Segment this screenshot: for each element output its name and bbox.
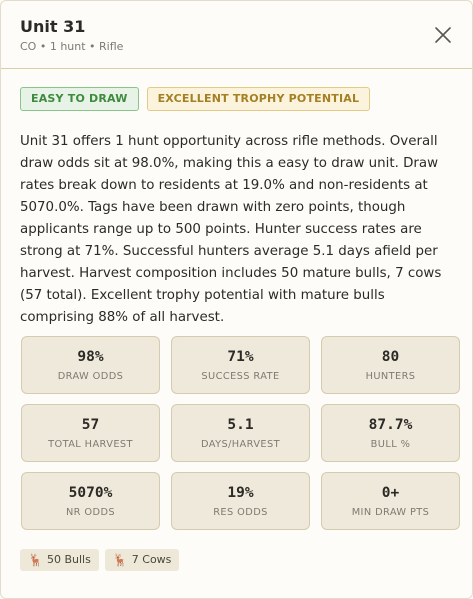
bulls-tag: 🦌 50 Bulls <box>20 549 99 571</box>
easy-to-draw-badge: EASY TO DRAW <box>20 87 139 111</box>
unit-description: Unit 31 offers 1 hunt opportunity across… <box>20 134 442 325</box>
elk-icon: 🦌 <box>112 553 128 567</box>
stat-label: MIN DRAW PTS <box>351 507 430 518</box>
stat-label: RES ODDS <box>213 507 268 518</box>
stat-value: 71% <box>227 349 254 365</box>
stat-label: NR ODDS <box>65 507 116 518</box>
stat-value: 98% <box>77 349 104 365</box>
stat-draw-odds: 98% DRAW ODDS <box>21 336 160 394</box>
stat-min-draw-pts: 0+ MIN DRAW PTS <box>321 472 460 530</box>
stat-total-harvest: 57 TOTAL HARVEST <box>21 404 160 462</box>
elk-icon: 🦌 <box>28 553 43 567</box>
tag-label: 50 Bulls <box>46 553 91 566</box>
trophy-potential-badge: EXCELLENT TROPHY POTENTIAL <box>146 87 371 111</box>
stat-value: 57 <box>81 417 100 433</box>
stat-value: 19% <box>227 485 254 501</box>
stat-label: TOTAL HARVEST <box>48 439 133 450</box>
stat-label: DRAW ODDS <box>57 371 124 382</box>
stat-res-odds: 19% RES ODDS <box>171 472 310 530</box>
stat-hunters: 80 HUNTERS <box>321 336 460 394</box>
stat-label: BULL % <box>370 439 411 450</box>
unit-detail-card: Unit 31 CO • 1 hunt • Rifle EASY TO DRAW… <box>0 0 473 599</box>
unit-subtitle: CO • 1 hunt • Rifle <box>20 40 124 53</box>
stat-value: 87.7% <box>368 417 413 433</box>
stat-value: 80 <box>381 349 400 365</box>
stat-bull-percent: 87.7% BULL % <box>321 404 460 462</box>
stat-value: 5.1 <box>227 417 254 433</box>
cows-tag: 🦌 7 Cows <box>104 549 180 571</box>
stat-label: HUNTERS <box>365 371 416 382</box>
stat-value: 5070% <box>68 485 113 501</box>
stat-value: 0+ <box>381 485 400 501</box>
stats-grid: 98% DRAW ODDS 71% SUCCESS RATE 80 HUNTERS 5… <box>21 336 460 530</box>
stat-days-harvest: 5.1 DAYS/HARVEST <box>171 404 310 462</box>
tag-label: 7 Cows <box>131 553 172 566</box>
stat-label: SUCCESS RATE <box>201 371 280 382</box>
stat-success-rate: 71% SUCCESS RATE <box>171 336 310 394</box>
card-header: Unit 31 CO • 1 hunt • Rifle <box>1 1 472 69</box>
stat-label: DAYS/HARVEST <box>200 439 281 450</box>
unit-title: Unit 31 <box>20 17 86 36</box>
close-icon[interactable] <box>434 26 452 44</box>
badge-row: EASY TO DRAW EXCELLENT TROPHY POTENTIAL <box>20 87 371 111</box>
stat-nr-odds: 5070% NR ODDS <box>21 472 160 530</box>
harvest-tags: 🦌 50 Bulls 🦌 7 Cows <box>20 549 180 571</box>
